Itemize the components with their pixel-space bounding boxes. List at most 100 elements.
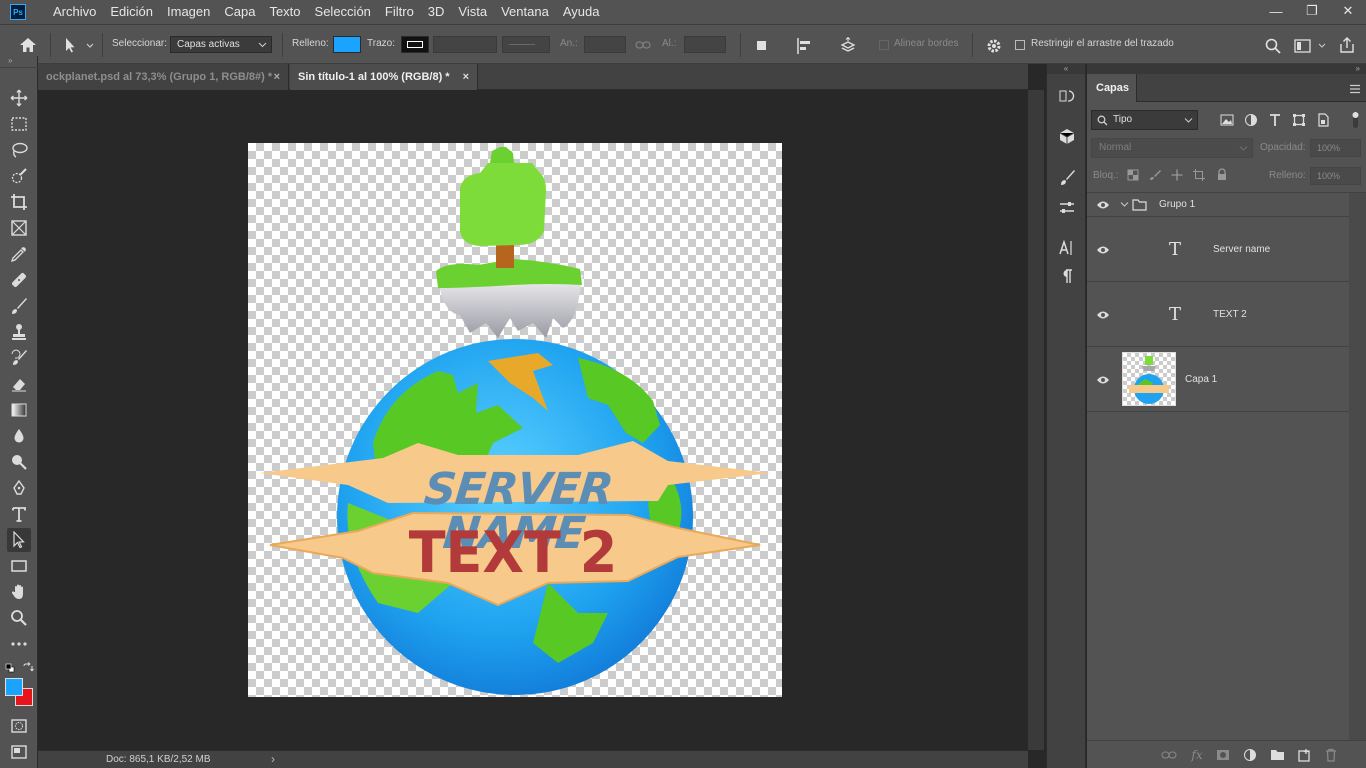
hand-tool-icon[interactable] — [7, 580, 31, 604]
status-menu-arrow[interactable]: › — [271, 752, 275, 766]
tab-document-1[interactable]: ockplanet.psd al 73,3% (Grupo 1, RGB/8#)… — [38, 64, 289, 90]
opacity-field[interactable]: 100% — [1310, 139, 1361, 157]
swap-colors-icon[interactable] — [22, 662, 34, 674]
filter-adjustment-icon[interactable] — [1244, 113, 1258, 127]
menu-seleccion[interactable]: Selección — [308, 0, 378, 24]
menu-3d[interactable]: 3D — [421, 0, 452, 24]
select-dropdown[interactable]: Capas activas — [170, 36, 272, 53]
rectangle-tool-icon[interactable] — [7, 554, 31, 578]
eye-icon[interactable] — [1096, 310, 1110, 320]
path-selection-tool-preset[interactable] — [62, 37, 94, 53]
collapse-strip-icon[interactable]: « — [1047, 64, 1085, 74]
menu-capa[interactable]: Capa — [217, 0, 262, 24]
tab-capas[interactable]: Capas — [1087, 74, 1137, 102]
crop-tool-icon[interactable] — [7, 190, 31, 214]
filter-pixel-icon[interactable] — [1220, 113, 1234, 127]
filter-shape-icon[interactable] — [1292, 113, 1306, 127]
frame-tool-icon[interactable] — [7, 216, 31, 240]
lock-transparent-pixels-icon[interactable] — [1127, 169, 1139, 181]
link-icon[interactable] — [635, 38, 651, 52]
stroke-color-swatch[interactable] — [401, 36, 429, 53]
search-icon[interactable] — [1264, 37, 1282, 55]
close-window-button[interactable]: ✕ — [1330, 0, 1366, 22]
brush-tool-icon[interactable] — [7, 294, 31, 318]
dodge-tool-icon[interactable] — [7, 450, 31, 474]
menu-imagen[interactable]: Imagen — [160, 0, 217, 24]
adjustments-icon[interactable] — [1057, 198, 1077, 218]
delete-layer-icon[interactable] — [1323, 747, 1339, 763]
eyedropper-tool-icon[interactable] — [7, 242, 31, 266]
history-brush-tool-icon[interactable] — [7, 346, 31, 370]
path-alignment-icon[interactable] — [796, 37, 814, 55]
layer-row-server-name[interactable]: T Server name — [1087, 217, 1349, 282]
width-field[interactable] — [584, 36, 626, 53]
stroke-width-field[interactable] — [433, 36, 497, 53]
layers-scrollbar[interactable] — [1349, 193, 1366, 741]
marquee-tool-icon[interactable] — [7, 112, 31, 136]
path-operations-icon[interactable] — [754, 38, 770, 54]
eye-icon[interactable] — [1096, 245, 1110, 255]
stroke-type-dropdown[interactable] — [502, 36, 550, 53]
eraser-tool-icon[interactable] — [7, 372, 31, 396]
workspace-icon[interactable] — [1293, 37, 1327, 55]
height-field[interactable] — [684, 36, 726, 53]
type-tool-icon[interactable] — [7, 502, 31, 526]
menu-edicion[interactable]: Edición — [103, 0, 160, 24]
move-tool-icon[interactable] — [7, 86, 31, 110]
clone-stamp-tool-icon[interactable] — [7, 320, 31, 344]
layer-row-text-2[interactable]: T TEXT 2 — [1087, 282, 1349, 347]
lock-image-pixels-icon[interactable] — [1149, 169, 1161, 181]
new-group-icon[interactable] — [1269, 747, 1285, 763]
filter-type-icon[interactable] — [1268, 113, 1282, 127]
new-layer-icon[interactable] — [1296, 747, 1312, 763]
share-icon[interactable] — [1338, 36, 1356, 54]
menu-filtro[interactable]: Filtro — [378, 0, 421, 24]
screen-mode-icon[interactable] — [7, 740, 31, 764]
foreground-color-swatch[interactable] — [5, 678, 23, 696]
vertical-scrollbar[interactable] — [1028, 90, 1044, 750]
restore-button[interactable]: ❐ — [1294, 0, 1330, 22]
path-selection-tool-icon[interactable] — [7, 528, 31, 552]
minimize-button[interactable]: — — [1258, 0, 1294, 22]
constrain-path-checkbox[interactable] — [1015, 40, 1025, 50]
character-panel-icon[interactable] — [1057, 238, 1077, 258]
layer-row-grupo-1[interactable]: Grupo 1 — [1087, 193, 1349, 217]
fill-color-swatch[interactable] — [333, 36, 361, 53]
lock-all-icon[interactable] — [1216, 168, 1228, 181]
menu-ayuda[interactable]: Ayuda — [556, 0, 607, 24]
menu-vista[interactable]: Vista — [451, 0, 494, 24]
collapse-panel-icon[interactable]: » — [1087, 64, 1366, 74]
blend-mode-dropdown[interactable]: Normal — [1091, 138, 1253, 158]
healing-brush-tool-icon[interactable] — [7, 268, 31, 292]
collapse-tools-icon[interactable]: » — [0, 56, 38, 68]
blur-tool-icon[interactable] — [7, 424, 31, 448]
link-layers-icon[interactable] — [1161, 747, 1177, 763]
default-colors-icon[interactable] — [5, 662, 15, 673]
filter-kind-dropdown[interactable]: Tipo — [1091, 110, 1198, 130]
align-edges-checkbox[interactable] — [879, 40, 889, 50]
tab-document-2[interactable]: Sin título-1 al 100% (RGB/8) * × — [290, 64, 478, 90]
eye-icon[interactable] — [1096, 200, 1110, 210]
add-mask-icon[interactable] — [1215, 747, 1231, 763]
menu-texto[interactable]: Texto — [262, 0, 307, 24]
layer-row-capa-1[interactable]: Capa 1 — [1087, 347, 1349, 412]
filter-smart-object-icon[interactable] — [1316, 113, 1330, 127]
menu-archivo[interactable]: Archivo — [46, 0, 103, 24]
fx-icon[interactable]: fx — [1189, 747, 1205, 763]
brush-settings-icon[interactable] — [1057, 168, 1077, 188]
paragraph-panel-icon[interactable] — [1057, 266, 1077, 286]
panel-menu-icon[interactable] — [1349, 83, 1361, 94]
3d-panel-icon[interactable] — [1057, 126, 1077, 146]
lock-position-icon[interactable] — [1171, 169, 1183, 181]
eye-icon[interactable] — [1096, 375, 1110, 385]
chevron-down-icon[interactable] — [1120, 201, 1129, 208]
gradient-tool-icon[interactable] — [7, 398, 31, 422]
zoom-tool-icon[interactable] — [7, 606, 31, 630]
adjustment-layer-icon[interactable] — [1242, 747, 1258, 763]
filter-toggle-switch[interactable] — [1352, 111, 1359, 129]
path-arrangement-icon[interactable] — [838, 36, 858, 55]
quick-mask-icon[interactable] — [7, 714, 31, 738]
history-panel-icon[interactable] — [1057, 86, 1077, 106]
quick-selection-tool-icon[interactable] — [7, 164, 31, 188]
close-tab-icon[interactable]: × — [274, 64, 280, 90]
